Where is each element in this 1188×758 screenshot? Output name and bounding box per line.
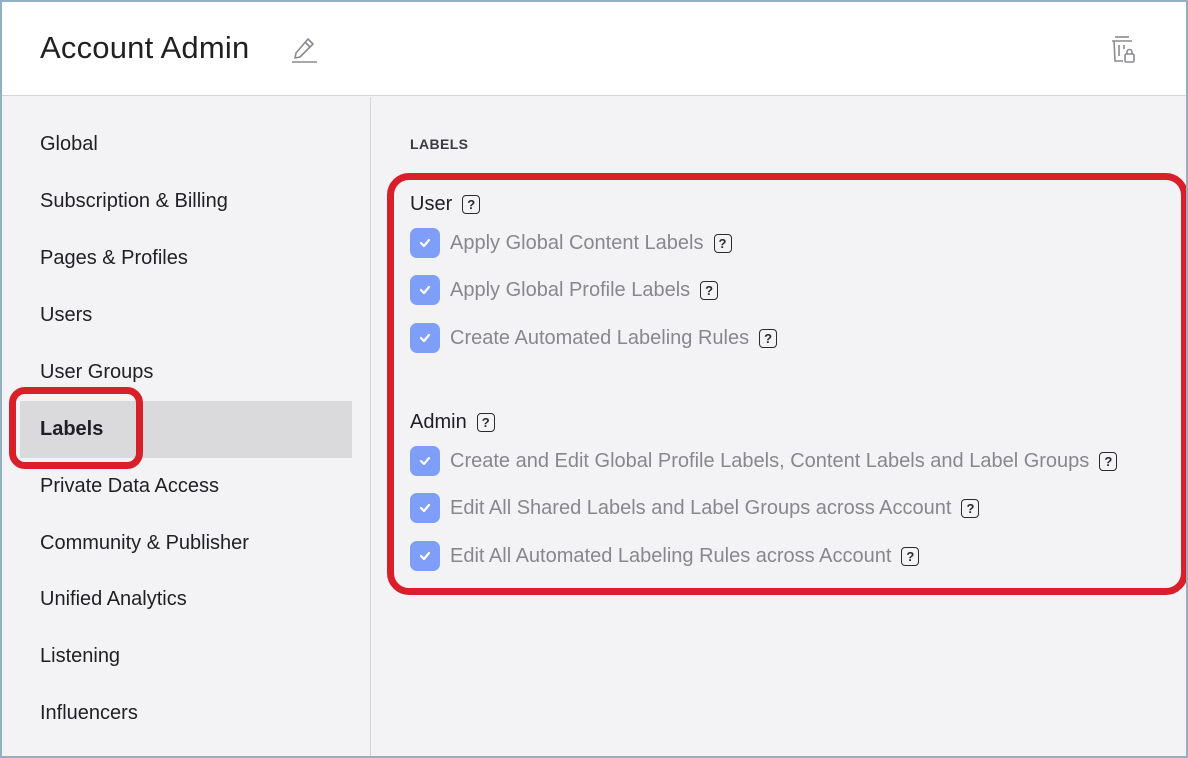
sidebar-item-label: Global bbox=[40, 133, 98, 155]
checkbox[interactable] bbox=[410, 493, 440, 523]
permission-apply-global-content-labels: Apply Global Content Labels ? bbox=[410, 228, 732, 258]
trash-lock-icon[interactable] bbox=[1110, 34, 1138, 64]
group-label-user: User ? bbox=[410, 193, 481, 216]
header: Account Admin bbox=[2, 2, 1186, 96]
permission-label: Edit All Shared Labels and Label Groups … bbox=[450, 496, 952, 519]
check-icon bbox=[419, 456, 431, 466]
check-icon bbox=[419, 503, 431, 513]
help-icon[interactable]: ? bbox=[700, 280, 719, 300]
check-icon bbox=[419, 551, 431, 561]
sidebar-item-user-groups[interactable]: User Groups bbox=[20, 344, 352, 401]
group-label-text: Admin bbox=[410, 411, 467, 433]
sidebar-item-label: Users bbox=[40, 304, 93, 326]
sidebar-item-community-publisher[interactable]: Community & Publisher bbox=[20, 515, 352, 572]
help-icon[interactable]: ? bbox=[462, 195, 481, 214]
checkbox[interactable] bbox=[410, 275, 440, 305]
sidebar-item-label: Private Data Access bbox=[40, 475, 219, 497]
sidebar-item-label: Influencers bbox=[40, 702, 138, 724]
checkbox[interactable] bbox=[410, 541, 440, 571]
checkbox[interactable] bbox=[410, 323, 440, 353]
help-icon[interactable]: ? bbox=[476, 413, 495, 432]
sidebar-item-users[interactable]: Users bbox=[20, 287, 352, 344]
check-icon bbox=[419, 333, 431, 343]
help-icon[interactable]: ? bbox=[759, 328, 778, 348]
group-label-text: User bbox=[410, 193, 453, 215]
permission-apply-global-profile-labels: Apply Global Profile Labels ? bbox=[410, 275, 719, 305]
checkbox[interactable] bbox=[410, 228, 440, 258]
permission-edit-all-automated-rules: Edit All Automated Labeling Rules across… bbox=[410, 541, 920, 571]
permission-label: Create Automated Labeling Rules bbox=[450, 326, 750, 349]
help-icon[interactable]: ? bbox=[713, 233, 732, 253]
permission-label: Apply Global Profile Labels bbox=[450, 278, 691, 301]
sidebar-item-pages-profiles[interactable]: Pages & Profiles bbox=[20, 230, 352, 287]
pencil-icon[interactable] bbox=[290, 35, 318, 63]
permission-edit-all-shared-labels: Edit All Shared Labels and Label Groups … bbox=[410, 493, 980, 523]
account-admin-window: Account Admin Global Subscription & Bill… bbox=[2, 2, 1186, 756]
sidebar-item-labels[interactable]: Labels bbox=[20, 401, 352, 458]
help-icon[interactable]: ? bbox=[1099, 451, 1118, 471]
sidebar-item-influencers[interactable]: Influencers bbox=[20, 685, 352, 742]
sidebar-item-private-data-access[interactable]: Private Data Access bbox=[20, 458, 352, 515]
group-label-admin: Admin ? bbox=[410, 411, 495, 434]
sidebar-item-label: User Groups bbox=[40, 361, 154, 383]
section-title: LABELS bbox=[410, 136, 469, 152]
permission-label: Create and Edit Global Profile Labels, C… bbox=[450, 449, 1090, 472]
sidebar-item-label: Subscription & Billing bbox=[40, 190, 228, 212]
sidebar-item-subscription-billing[interactable]: Subscription & Billing bbox=[20, 173, 352, 230]
sidebar-item-listening[interactable]: Listening bbox=[20, 628, 352, 685]
permission-create-automated-labeling-rules: Create Automated Labeling Rules ? bbox=[410, 323, 778, 353]
sidebar-item-global[interactable]: Global bbox=[20, 116, 352, 173]
sidebar-item-label: Listening bbox=[40, 645, 121, 667]
sidebar-item-label: Unified Analytics bbox=[40, 588, 187, 610]
help-icon[interactable]: ? bbox=[901, 546, 920, 566]
sidebar-item-unified-analytics[interactable]: Unified Analytics bbox=[20, 571, 352, 628]
permission-label: Edit All Automated Labeling Rules across… bbox=[450, 544, 892, 567]
checkbox[interactable] bbox=[410, 446, 440, 476]
help-icon[interactable]: ? bbox=[961, 498, 980, 518]
sidebar-item-label: Pages & Profiles bbox=[40, 247, 188, 269]
sidebar-item-label: Community & Publisher bbox=[40, 532, 249, 554]
permission-create-edit-global-labels: Create and Edit Global Profile Labels, C… bbox=[410, 446, 1118, 476]
check-icon bbox=[419, 285, 431, 295]
sidebar: Global Subscription & Billing Pages & Pr… bbox=[2, 97, 371, 756]
sidebar-item-label: Labels bbox=[40, 418, 104, 440]
permission-label: Apply Global Content Labels bbox=[450, 231, 704, 254]
page-title: Account Admin bbox=[40, 30, 250, 65]
check-icon bbox=[419, 238, 431, 248]
